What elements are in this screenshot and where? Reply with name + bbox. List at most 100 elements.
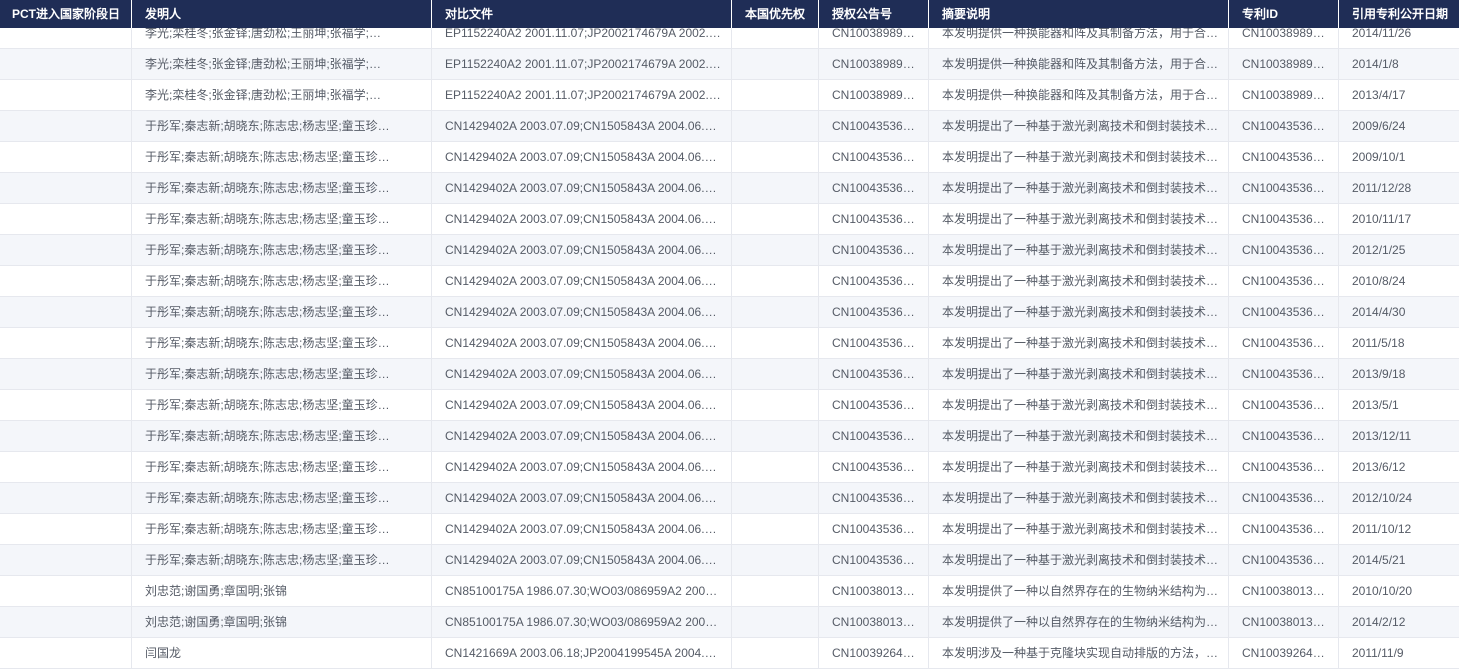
citation-date-cell: 2013/4/17 [1352, 88, 1406, 102]
table-body: 李光;栾桂冬;张金铎;唐劲松;王丽坤;张福学;… EP1152240A2 2001… [0, 18, 1459, 669]
column-header-inventor[interactable]: 发明人 [132, 0, 432, 28]
abstract-cell: 本发明提供了一种以自然界存在的生物纳米结构为… [929, 576, 1229, 606]
reference-docs-cell: CN1429402A 2003.07.09;CN1505843A 2004.06… [432, 173, 732, 203]
citation-date-cell: 2014/1/8 [1352, 57, 1399, 71]
reference-docs-cell: CN1429402A 2003.07.09;CN1505843A 2004.06… [432, 514, 732, 544]
citation-date-cell: 2013/9/18 [1352, 367, 1406, 381]
reference-docs-cell: CN1429402A 2003.07.09;CN1505843A 2004.06… [432, 142, 732, 172]
table-row[interactable]: 于彤军;秦志新;胡晓东;陈志忠;杨志坚;童玉珍… CN1429402A 2003.… [0, 204, 1459, 235]
patent-id-cell: CN100380139C [1229, 607, 1339, 637]
table-row[interactable]: 李光;栾桂冬;张金铎;唐劲松;王丽坤;张福学;… EP1152240A2 2001… [0, 49, 1459, 80]
patent-id-cell: CN100435360C [1229, 266, 1339, 296]
patent-id-cell: CN100435360C [1229, 483, 1339, 513]
abstract-cell: 本发明提供一种换能器和阵及其制备方法，用于合… [929, 49, 1229, 79]
table-row[interactable]: 于彤军;秦志新;胡晓东;陈志忠;杨志坚;童玉珍… CN1429402A 2003.… [0, 545, 1459, 576]
domestic-priority-cell [732, 297, 819, 327]
reference-docs-cell: CN85100175A 1986.07.30;WO03/086959A2 200… [432, 576, 732, 606]
grant-number-cell: CN100435360C [819, 328, 929, 358]
reference-docs-cell: CN1429402A 2003.07.09;CN1505843A 2004.06… [432, 266, 732, 296]
column-header-patent-id[interactable]: 专利ID [1229, 0, 1339, 28]
inventor-cell: 闫国龙 [132, 638, 432, 668]
pct-date-cell [0, 545, 132, 575]
column-header-abstract[interactable]: 摘要说明 [929, 0, 1229, 28]
patent-id-cell: CN100392641C [1229, 638, 1339, 668]
abstract-cell: 本发明提出了一种基于激光剥离技术和倒封装技术… [929, 266, 1229, 296]
column-header-pct-date[interactable]: PCT进入国家阶段日 [0, 0, 132, 28]
grant-number-cell: CN100435360C [819, 359, 929, 389]
pct-date-cell [0, 49, 132, 79]
inventor-cell: 于彤军;秦志新;胡晓东;陈志忠;杨志坚;童玉珍… [132, 359, 432, 389]
grant-number-cell: CN100389890C [819, 49, 929, 79]
table-row[interactable]: 于彤军;秦志新;胡晓东;陈志忠;杨志坚;童玉珍… CN1429402A 2003.… [0, 235, 1459, 266]
inventor-cell: 李光;栾桂冬;张金铎;唐劲松;王丽坤;张福学;… [132, 80, 432, 110]
grant-number-cell: CN100435360C [819, 173, 929, 203]
table-row[interactable]: 于彤军;秦志新;胡晓东;陈志忠;杨志坚;童玉珍… CN1429402A 2003.… [0, 452, 1459, 483]
table-row[interactable]: 刘忠范;谢国勇;章国明;张锦 CN85100175A 1986.07.30;WO0… [0, 576, 1459, 607]
abstract-cell: 本发明提出了一种基于激光剥离技术和倒封装技术… [929, 483, 1229, 513]
citation-date-cell: 2009/10/1 [1352, 150, 1406, 164]
inventor-cell: 于彤军;秦志新;胡晓东;陈志忠;杨志坚;童玉珍… [132, 235, 432, 265]
inventor-cell: 于彤军;秦志新;胡晓东;陈志忠;杨志坚;童玉珍… [132, 390, 432, 420]
table-row[interactable]: 于彤军;秦志新;胡晓东;陈志忠;杨志坚;童玉珍… CN1429402A 2003.… [0, 359, 1459, 390]
column-header-reference-docs[interactable]: 对比文件 [432, 0, 732, 28]
table-row[interactable]: 于彤军;秦志新;胡晓东;陈志忠;杨志坚;童玉珍… CN1429402A 2003.… [0, 421, 1459, 452]
domestic-priority-cell [732, 421, 819, 451]
inventor-cell: 于彤军;秦志新;胡晓东;陈志忠;杨志坚;童玉珍… [132, 111, 432, 141]
table-row[interactable]: 于彤军;秦志新;胡晓东;陈志忠;杨志坚;童玉珍… CN1429402A 2003.… [0, 390, 1459, 421]
patent-id-cell: CN100435360C [1229, 204, 1339, 234]
table-row[interactable]: 于彤军;秦志新;胡晓东;陈志忠;杨志坚;童玉珍… CN1429402A 2003.… [0, 514, 1459, 545]
domestic-priority-cell [732, 111, 819, 141]
domestic-priority-cell [732, 390, 819, 420]
abstract-cell: 本发明提出了一种基于激光剥离技术和倒封装技术… [929, 452, 1229, 482]
domestic-priority-cell [732, 173, 819, 203]
domestic-priority-cell [732, 483, 819, 513]
pct-date-cell [0, 142, 132, 172]
table-row[interactable]: 于彤军;秦志新;胡晓东;陈志忠;杨志坚;童玉珍… CN1429402A 2003.… [0, 297, 1459, 328]
grant-number-cell: CN100435360C [819, 390, 929, 420]
domestic-priority-cell [732, 514, 819, 544]
inventor-cell: 于彤军;秦志新;胡晓东;陈志忠;杨志坚;童玉珍… [132, 452, 432, 482]
table-row[interactable]: 刘忠范;谢国勇;章国明;张锦 CN85100175A 1986.07.30;WO0… [0, 607, 1459, 638]
inventor-cell: 于彤军;秦志新;胡晓东;陈志忠;杨志坚;童玉珍… [132, 173, 432, 203]
abstract-cell: 本发明提出了一种基于激光剥离技术和倒封装技术… [929, 204, 1229, 234]
pct-date-cell [0, 297, 132, 327]
patent-id-cell: CN100389890C [1229, 49, 1339, 79]
domestic-priority-cell [732, 576, 819, 606]
inventor-cell: 于彤军;秦志新;胡晓东;陈志忠;杨志坚;童玉珍… [132, 204, 432, 234]
grant-number-cell: CN100435360C [819, 111, 929, 141]
table-row[interactable]: 于彤军;秦志新;胡晓东;陈志忠;杨志坚;童玉珍… CN1429402A 2003.… [0, 111, 1459, 142]
table-row[interactable]: 于彤军;秦志新;胡晓东;陈志忠;杨志坚;童玉珍… CN1429402A 2003.… [0, 328, 1459, 359]
column-header-citation-date[interactable]: 引用专利公开日期 [1339, 0, 1459, 28]
patent-id-cell: CN100435360C [1229, 359, 1339, 389]
citation-date-cell: 2011/11/9 [1352, 646, 1404, 660]
patent-id-cell: CN100435360C [1229, 111, 1339, 141]
domestic-priority-cell [732, 80, 819, 110]
table-row[interactable]: 李光;栾桂冬;张金铎;唐劲松;王丽坤;张福学;… EP1152240A2 2001… [0, 80, 1459, 111]
citation-date-cell: 2013/5/1 [1352, 398, 1399, 412]
citation-date-cell: 2014/4/30 [1352, 305, 1406, 319]
table-row[interactable]: 于彤军;秦志新;胡晓东;陈志忠;杨志坚;童玉珍… CN1429402A 2003.… [0, 266, 1459, 297]
patent-id-cell: CN100435360C [1229, 390, 1339, 420]
pct-date-cell [0, 483, 132, 513]
table-row[interactable]: 于彤军;秦志新;胡晓东;陈志忠;杨志坚;童玉珍… CN1429402A 2003.… [0, 173, 1459, 204]
column-header-grant-number[interactable]: 授权公告号 [819, 0, 929, 28]
reference-docs-cell: CN1429402A 2003.07.09;CN1505843A 2004.06… [432, 452, 732, 482]
abstract-cell: 本发明提出了一种基于激光剥离技术和倒封装技术… [929, 328, 1229, 358]
citation-date-cell: 2014/5/21 [1352, 553, 1406, 567]
citation-date-cell: 2012/1/25 [1352, 243, 1406, 257]
citation-date-cell: 2010/10/20 [1352, 584, 1413, 598]
citation-date-cell: 2012/10/24 [1352, 491, 1413, 505]
grant-number-cell: CN100435360C [819, 204, 929, 234]
citation-date-cell: 2014/2/12 [1352, 615, 1406, 629]
patent-id-cell: CN100435360C [1229, 173, 1339, 203]
grant-number-cell: CN100435360C [819, 235, 929, 265]
table-row[interactable]: 于彤军;秦志新;胡晓东;陈志忠;杨志坚;童玉珍… CN1429402A 2003.… [0, 142, 1459, 173]
citation-date-cell: 2011/12/28 [1352, 181, 1412, 195]
abstract-cell: 本发明涉及一种基于克隆块实现自动排版的方法，… [929, 638, 1229, 668]
table-row[interactable]: 于彤军;秦志新;胡晓东;陈志忠;杨志坚;童玉珍… CN1429402A 2003.… [0, 483, 1459, 514]
reference-docs-cell: CN1429402A 2003.07.09;CN1505843A 2004.06… [432, 235, 732, 265]
inventor-cell: 于彤军;秦志新;胡晓东;陈志忠;杨志坚;童玉珍… [132, 545, 432, 575]
grant-number-cell: CN100435360C [819, 483, 929, 513]
column-header-domestic-priority[interactable]: 本国优先权 [732, 0, 819, 28]
table-row[interactable]: 闫国龙 CN1421669A 2003.06.18;JP2004199545A 2… [0, 638, 1459, 669]
